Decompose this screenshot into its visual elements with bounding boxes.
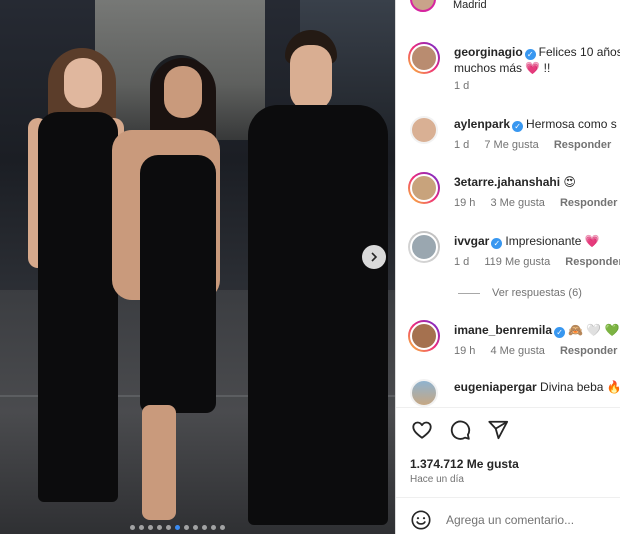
commenter-avatar[interactable] [408,377,440,409]
post-time: Hace un día [410,474,464,485]
person-middle-dress [140,155,216,413]
reply-button[interactable]: Responder [554,139,611,151]
comment-text: aylenpark ✓ Hermosa como s [454,117,617,132]
commenter-username[interactable]: georginagio [454,45,523,59]
comment-likes[interactable]: 7 Me gusta [484,139,538,151]
carousel-dot [211,525,216,530]
carousel-dot [157,525,162,530]
speech-bubble-icon [450,420,471,440]
verified-badge-icon: ✓ [524,49,536,60]
comment-text: imane_benremila ✓ 🙈 🤍 💚 [454,322,620,338]
commenter-username[interactable]: imane_benremila [454,323,552,337]
carousel-dot [175,525,180,530]
comment-meta: 1 d 119 Me gusta Responder [454,256,620,268]
author-avatar[interactable] [410,0,436,12]
comments-panel: Madrid georginagio ✓ Felices 10 años mucho… [396,0,620,534]
verified-badge-icon: ✓ [554,327,566,338]
commenter-avatar[interactable] [408,172,440,204]
likes-count[interactable]: 1.374.712 Me gusta [410,457,519,471]
actions-divider [396,407,620,408]
carousel-dot [202,525,207,530]
post-location[interactable]: Madrid [453,0,487,11]
emoji: 😍 [563,175,576,189]
commenter-username[interactable]: 3etarre.jahanshahi [454,175,560,189]
add-comment-bar [396,505,620,534]
commenter-avatar[interactable] [408,42,440,74]
smiley-icon [411,510,431,530]
comment-text: ivvgar ✓ Impresionante 💗 [454,234,600,249]
comment-likes[interactable]: 3 Me gusta [490,197,544,209]
comment-age: 1 d [454,139,470,151]
person-right-suit [248,105,388,525]
person-right-face [290,45,332,110]
commenter-username[interactable]: aylenpark [454,117,510,131]
comment-age: 1 d [454,256,470,268]
comment-age: 1 d [454,80,470,92]
commenter-username[interactable]: eugeniapergar [454,380,537,394]
replies-line [458,292,480,294]
post-photo[interactable] [0,0,395,534]
person-middle-face [164,66,202,118]
reply-button[interactable]: Responder [565,256,620,268]
post-header: Madrid [396,0,620,12]
person-left-face [64,58,102,108]
like-button[interactable] [410,418,434,442]
verified-badge-icon: ✓ [491,238,503,249]
comment-likes[interactable]: 119 Me gusta [484,256,550,268]
fire-emoji: 🔥 [606,380,620,394]
chevron-right-icon [371,252,378,262]
view-replies-button[interactable]: Ver respuestas (6) [458,287,582,299]
comment-meta: 19 h 4 Me gusta Responder Ve [454,345,620,357]
comment-text: georginagio ✓ Felices 10 años muchos más 💗… [454,45,620,75]
person-middle-legs [142,405,176,520]
heart-emoji: 💗 [525,61,541,75]
comment-text: 3etarre.jahanshahi 😍 [454,174,576,190]
post-actions [410,418,510,442]
commenter-avatar[interactable] [408,231,440,263]
carousel-indicator [130,525,225,530]
carousel-dot [139,525,144,530]
heart-emoji: 💗 [584,234,600,248]
carousel-dot [220,525,225,530]
emoji-picker-button[interactable] [410,509,432,531]
commenter-avatar[interactable] [408,320,440,352]
paper-plane-icon [488,420,509,440]
reply-button[interactable]: Responder [560,345,617,357]
input-divider [396,497,620,498]
person-left-dress [38,112,118,502]
comment-text: eugeniapergar Divina beba 🔥 [454,380,620,394]
comment-meta: 1 d 7 Me gusta Responder [454,139,620,151]
carousel-dot [193,525,198,530]
reply-button[interactable]: Responder [560,197,617,209]
comment-likes[interactable]: 4 Me gusta [490,345,544,357]
comment-meta: 19 h 3 Me gusta Responder [454,197,620,209]
comment-meta: 1 d [454,80,481,92]
heart-outline-icon [412,421,432,439]
comment-age: 19 h [454,197,476,209]
verified-badge-icon: ✓ [512,121,524,132]
carousel-next-button[interactable] [362,245,386,269]
share-button[interactable] [486,418,510,442]
carousel-dot [148,525,153,530]
comment-input[interactable] [446,511,616,529]
emoji: 🙈 🤍 💚 [568,323,620,337]
commenter-username[interactable]: ivvgar [454,234,489,248]
commenter-avatar[interactable] [408,114,440,146]
comment-button[interactable] [448,418,472,442]
carousel-dot [130,525,135,530]
carousel-dot [166,525,171,530]
comment-age: 19 h [454,345,476,357]
carousel-dot [184,525,189,530]
